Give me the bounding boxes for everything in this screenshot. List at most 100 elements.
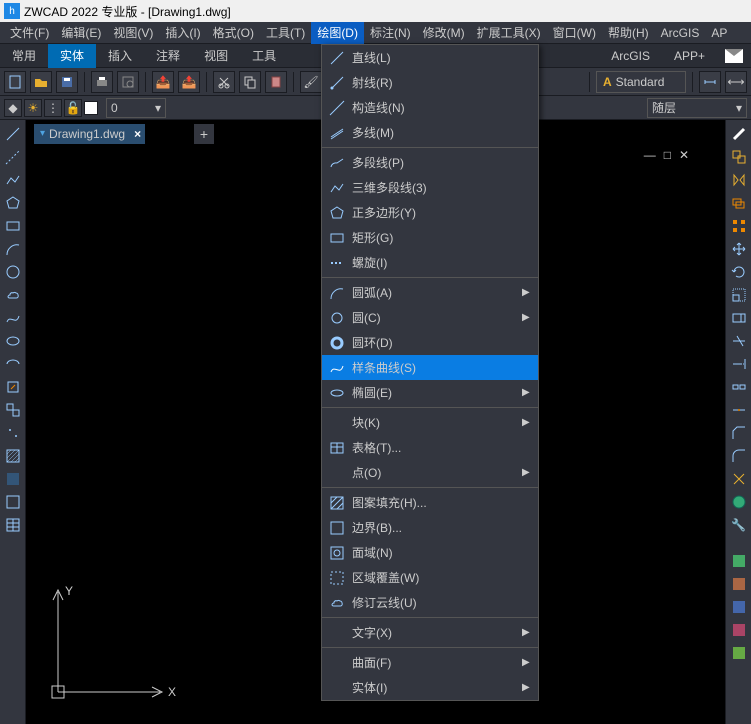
- ellipse-icon[interactable]: [3, 331, 23, 351]
- offset-icon[interactable]: [729, 193, 749, 213]
- menu-1[interactable]: 编辑(E): [55, 22, 107, 44]
- menu-12[interactable]: ArcGIS: [655, 22, 706, 44]
- rect-icon[interactable]: [3, 216, 23, 236]
- gradient-icon[interactable]: [3, 469, 23, 489]
- ribbon-tab-1[interactable]: 实体: [48, 44, 96, 68]
- region-icon[interactable]: [3, 492, 23, 512]
- layer-right-dropdown[interactable]: 随层▾: [647, 98, 747, 118]
- cline-icon[interactable]: [3, 147, 23, 167]
- layer-manager-icon[interactable]: ◆: [4, 99, 22, 117]
- menu-13[interactable]: AP: [705, 22, 733, 44]
- menu-item-surface[interactable]: 曲面(F)▶: [322, 650, 538, 675]
- paste-icon[interactable]: [265, 71, 287, 93]
- palette2-icon[interactable]: [729, 574, 749, 594]
- mail-icon[interactable]: [725, 49, 743, 63]
- menu-3[interactable]: 插入(I): [159, 22, 206, 44]
- ribbon-tab-2[interactable]: 插入: [96, 44, 144, 68]
- print-icon[interactable]: [91, 71, 113, 93]
- menu-item-line[interactable]: 直线(L): [322, 45, 538, 70]
- menu-8[interactable]: 修改(M): [417, 22, 471, 44]
- menu-item-hatch[interactable]: 图案填充(H)...: [322, 490, 538, 515]
- extend-icon[interactable]: [729, 354, 749, 374]
- open-icon[interactable]: [30, 71, 52, 93]
- arc-icon[interactable]: [3, 239, 23, 259]
- menu-item-arc[interactable]: 圆弧(A)▶: [322, 280, 538, 305]
- point-icon[interactable]: [3, 423, 23, 443]
- new-tab-button[interactable]: +: [194, 124, 214, 144]
- ribbon-tab-0[interactable]: 常用: [0, 44, 48, 68]
- ribbon-tab-5[interactable]: 工具: [240, 44, 288, 68]
- menu-item-spiral[interactable]: 螺旋(I): [322, 250, 538, 275]
- spline-icon[interactable]: [3, 308, 23, 328]
- menu-item-rect[interactable]: 矩形(G): [322, 225, 538, 250]
- cut-icon[interactable]: [213, 71, 235, 93]
- scale-icon[interactable]: [729, 285, 749, 305]
- palette3-icon[interactable]: [729, 597, 749, 617]
- menu-5[interactable]: 工具(T): [260, 22, 311, 44]
- palette4-icon[interactable]: [729, 620, 749, 640]
- menu-item-circle[interactable]: 圆(C)▶: [322, 305, 538, 330]
- revcloud-icon[interactable]: [3, 285, 23, 305]
- menu-9[interactable]: 扩展工具(X): [471, 22, 547, 44]
- layer-dropdown[interactable]: 0▾: [106, 98, 166, 118]
- text-style-dropdown[interactable]: AStandard: [596, 71, 686, 93]
- menu-item-cline[interactable]: 构造线(N): [322, 95, 538, 120]
- pline-icon[interactable]: [3, 170, 23, 190]
- menu-0[interactable]: 文件(F): [4, 22, 55, 44]
- copy-icon[interactable]: [239, 71, 261, 93]
- block-icon[interactable]: [3, 400, 23, 420]
- menu-item-solid[interactable]: 实体(I)▶: [322, 675, 538, 700]
- menu-item-ray[interactable]: 射线(R): [322, 70, 538, 95]
- menu-item-revcloud[interactable]: 修订云线(U): [322, 590, 538, 615]
- color-icon[interactable]: [84, 101, 98, 115]
- table-icon[interactable]: [3, 515, 23, 535]
- insert-icon[interactable]: [3, 377, 23, 397]
- circle-icon[interactable]: [3, 262, 23, 282]
- preview-icon[interactable]: [117, 71, 139, 93]
- tool1-icon[interactable]: 🔧: [729, 515, 749, 535]
- menu-item-ellipse[interactable]: 椭圆(E)▶: [322, 380, 538, 405]
- menu-2[interactable]: 视图(V): [107, 22, 159, 44]
- close-window-icon[interactable]: ✕: [679, 148, 689, 162]
- menu-item-region[interactable]: 面域(N): [322, 540, 538, 565]
- menu-4[interactable]: 格式(O): [207, 22, 260, 44]
- menu-10[interactable]: 窗口(W): [547, 22, 602, 44]
- dots-icon[interactable]: ⋮: [44, 99, 62, 117]
- erase-icon[interactable]: [729, 124, 749, 144]
- join-icon[interactable]: [729, 400, 749, 420]
- menu-item-boundary[interactable]: 边界(B)...: [322, 515, 538, 540]
- fillet-icon[interactable]: [729, 446, 749, 466]
- publish-icon[interactable]: 📤: [152, 71, 174, 93]
- ribbon-tab-r-1[interactable]: APP+: [662, 44, 717, 68]
- lock-icon[interactable]: 🔓: [64, 99, 82, 117]
- menu-item-wipeout[interactable]: 区域覆盖(W): [322, 565, 538, 590]
- break-icon[interactable]: [729, 377, 749, 397]
- trim-icon[interactable]: [729, 331, 749, 351]
- draw-menu-dropdown[interactable]: 直线(L)射线(R)构造线(N)多线(M)多段线(P)三维多段线(3)正多边形(…: [321, 44, 539, 701]
- menu-item-pline[interactable]: 多段线(P): [322, 150, 538, 175]
- copy2-icon[interactable]: [729, 147, 749, 167]
- menu-item-mline[interactable]: 多线(M): [322, 120, 538, 145]
- menu-7[interactable]: 标注(N): [364, 22, 417, 44]
- new-icon[interactable]: [4, 71, 26, 93]
- palette1-icon[interactable]: [729, 551, 749, 571]
- palette5-icon[interactable]: [729, 643, 749, 663]
- line-icon[interactable]: [3, 124, 23, 144]
- maximize-icon[interactable]: □: [664, 148, 671, 162]
- explode-icon[interactable]: [729, 469, 749, 489]
- menu-bar[interactable]: 文件(F)编辑(E)视图(V)插入(I)格式(O)工具(T)绘图(D)标注(N)…: [0, 22, 751, 44]
- menu-item-text[interactable]: 文字(X)▶: [322, 620, 538, 645]
- polygon-icon[interactable]: [3, 193, 23, 213]
- menu-item-spline[interactable]: 样条曲线(S): [322, 355, 538, 380]
- menu-item-block[interactable]: 块(K)▶: [322, 410, 538, 435]
- ribbon-tab-4[interactable]: 视图: [192, 44, 240, 68]
- sun-icon[interactable]: ☀: [24, 99, 42, 117]
- mirror-icon[interactable]: [729, 170, 749, 190]
- ellipsearc-icon[interactable]: [3, 354, 23, 374]
- globe-icon[interactable]: [729, 492, 749, 512]
- minimize-icon[interactable]: —: [644, 148, 656, 162]
- stretch-icon[interactable]: [729, 308, 749, 328]
- publish2-icon[interactable]: 📤: [178, 71, 200, 93]
- menu-item-polygon[interactable]: 正多边形(Y): [322, 200, 538, 225]
- save-icon[interactable]: [56, 71, 78, 93]
